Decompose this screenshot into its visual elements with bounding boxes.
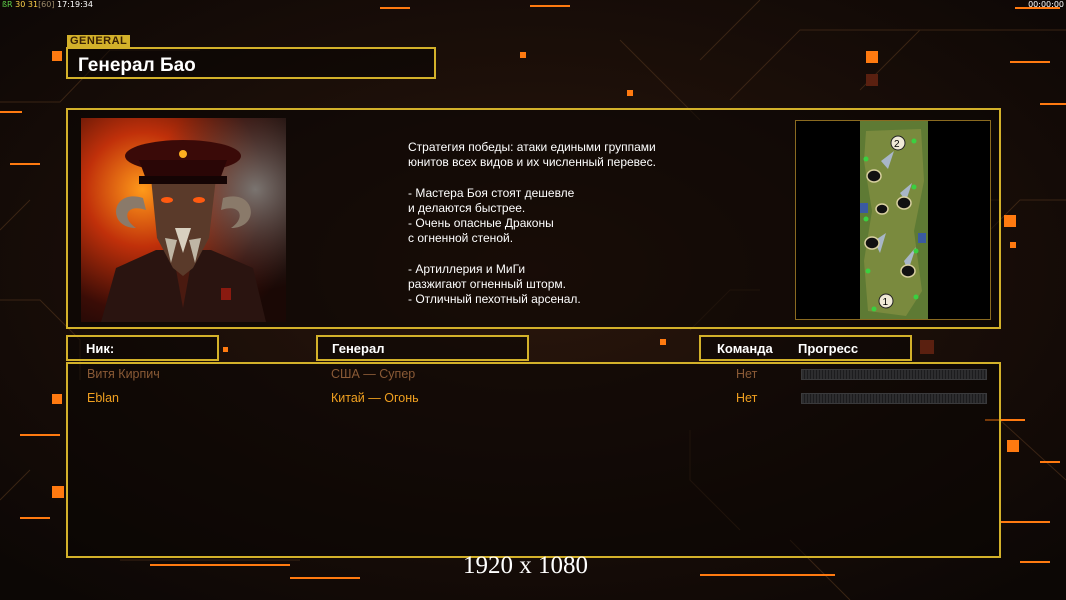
resolution-label: 1920 x 1080 bbox=[463, 552, 588, 579]
fps-counter: ßR 30 31[60] 17:19:34 bbox=[2, 0, 93, 9]
player-general: Китай — Огонь bbox=[331, 391, 419, 405]
header-progress-label: Прогресс bbox=[798, 341, 859, 356]
fps-values: 30 31 bbox=[15, 0, 39, 9]
header-team-label: Команда bbox=[717, 341, 773, 356]
player-nick: Витя Кирпич bbox=[87, 367, 160, 381]
header-nick-label: Ник: bbox=[86, 341, 115, 356]
game-timer: 00:00:00 bbox=[1028, 0, 1064, 9]
general-portrait bbox=[81, 118, 286, 322]
title-box: Генерал Бао bbox=[66, 47, 436, 79]
header-general: Генерал bbox=[316, 335, 529, 361]
demon-general-image bbox=[81, 118, 286, 322]
players-table: Витя Кирпич США — Супер Нет Eblan Китай … bbox=[66, 362, 1001, 558]
player-team: Нет bbox=[736, 367, 758, 381]
table-row: Eblan Китай — Огонь Нет bbox=[68, 389, 999, 409]
fps-limit: [60] bbox=[38, 0, 55, 9]
player-progress-bar bbox=[801, 393, 987, 404]
player-general: США — Супер bbox=[331, 367, 416, 381]
start-position-2-label: 2 bbox=[894, 139, 900, 150]
general-info-panel: Стратегия победы: атаки едиными группами… bbox=[66, 108, 1001, 329]
fps-label: ßR bbox=[2, 0, 13, 9]
start-position-1-label: 1 bbox=[883, 297, 889, 308]
header-general-label: Генерал bbox=[332, 341, 385, 356]
table-row: Витя Кирпич США — Супер Нет bbox=[68, 365, 999, 385]
header-nick: Ник: bbox=[66, 335, 219, 361]
general-description: Стратегия победы: атаки едиными группами… bbox=[408, 140, 656, 307]
header-team-progress: Команда Прогресс bbox=[699, 335, 912, 361]
section-tag: GENERAL bbox=[67, 35, 131, 47]
player-nick: Eblan bbox=[87, 391, 119, 405]
map-preview[interactable]: 2 1 bbox=[795, 120, 991, 320]
minimap-image: 2 1 bbox=[796, 121, 990, 319]
page-title: Генерал Бао bbox=[78, 55, 196, 76]
clock-text: 17:19:34 bbox=[57, 0, 93, 9]
player-team: Нет bbox=[736, 391, 758, 405]
player-progress-bar bbox=[801, 369, 987, 380]
